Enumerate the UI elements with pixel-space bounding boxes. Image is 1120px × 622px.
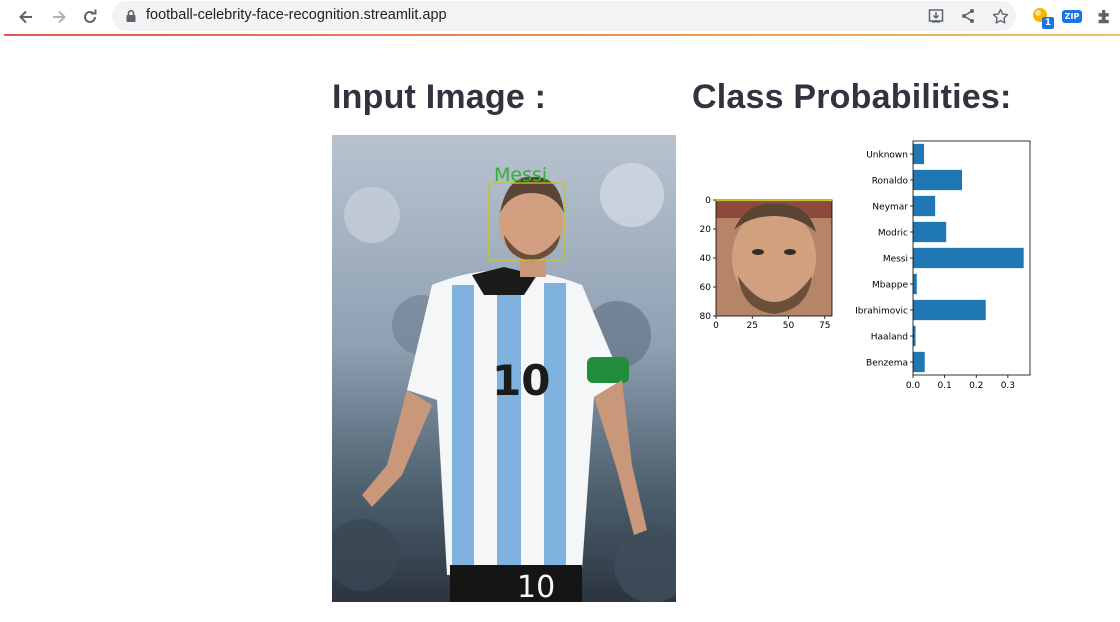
face-y-tick-label: 80 [700, 312, 712, 322]
face-crop-plot: 0 25 50 75 0 20 40 60 80 [700, 196, 833, 331]
category-label: Ibrahimovic [855, 307, 908, 317]
extension-badge: 1 [1042, 17, 1054, 29]
address-bar[interactable]: football-celebrity-face-recognition.stre… [112, 1, 1016, 31]
x-tick-label: 0.1 [937, 381, 951, 391]
x-tick-label: 0.3 [1001, 381, 1015, 391]
forward-arrow-icon[interactable] [46, 4, 72, 30]
input-image: 10 10 Messi [332, 135, 676, 602]
bar-benzema [913, 351, 925, 373]
bar-ibrahimovic [913, 299, 986, 321]
face-y-tick-label: 0 [705, 196, 711, 206]
category-label: Benzema [866, 359, 908, 369]
lock-icon [126, 9, 136, 22]
install-app-icon[interactable] [926, 6, 946, 26]
bar-ronaldo [913, 169, 963, 191]
face-x-tick-label: 25 [747, 321, 758, 331]
page-load-progress [4, 34, 1120, 36]
bookmark-star-icon[interactable] [990, 6, 1010, 26]
svg-text:10: 10 [492, 356, 550, 405]
face-y-tick-label: 40 [700, 254, 712, 264]
category-label: Modric [878, 229, 908, 239]
category-label: Haaland [871, 333, 908, 343]
face-x-tick-label: 50 [783, 321, 795, 331]
class-probabilities-heading: Class Probabilities: [692, 78, 1012, 116]
face-y-tick-label: 60 [700, 283, 712, 293]
extensions-puzzle-icon[interactable] [1093, 5, 1115, 27]
category-label: Unknown [866, 151, 908, 161]
category-label: Messi [883, 255, 908, 265]
zip-badge-label: ZIP [1061, 9, 1083, 23]
input-image-heading: Input Image : [332, 78, 547, 116]
category-label: Mbappe [872, 281, 908, 291]
bar-modric [913, 221, 947, 243]
bar-mbappe [913, 273, 917, 295]
category-label: Neymar [872, 203, 908, 213]
face-x-tick-label: 0 [713, 321, 719, 331]
bar-unknown [913, 143, 925, 165]
bar-neymar [913, 195, 936, 217]
face-x-tick-label: 75 [819, 321, 830, 331]
category-label: Ronaldo [872, 177, 909, 187]
x-tick-label: 0.0 [906, 381, 921, 391]
face-y-tick-label: 20 [700, 225, 712, 235]
x-tick-label: 0.2 [969, 381, 983, 391]
share-icon[interactable] [958, 6, 978, 26]
bar-messi [913, 247, 1024, 269]
svg-text:10: 10 [517, 570, 555, 602]
browser-toolbar: football-celebrity-face-recognition.stre… [0, 0, 1120, 34]
zip-extension-icon[interactable]: ZIP [1061, 5, 1083, 27]
reload-icon[interactable] [77, 4, 103, 30]
url-text[interactable]: football-celebrity-face-recognition.stre… [146, 7, 447, 23]
class-probability-chart: Unknown Ronaldo Neymar Modric Messi Mbappe Ibr… [855, 140, 1031, 391]
detection-label: Messi [494, 164, 547, 186]
back-arrow-icon[interactable] [13, 4, 39, 30]
extension-icon[interactable]: 1 [1030, 5, 1054, 29]
